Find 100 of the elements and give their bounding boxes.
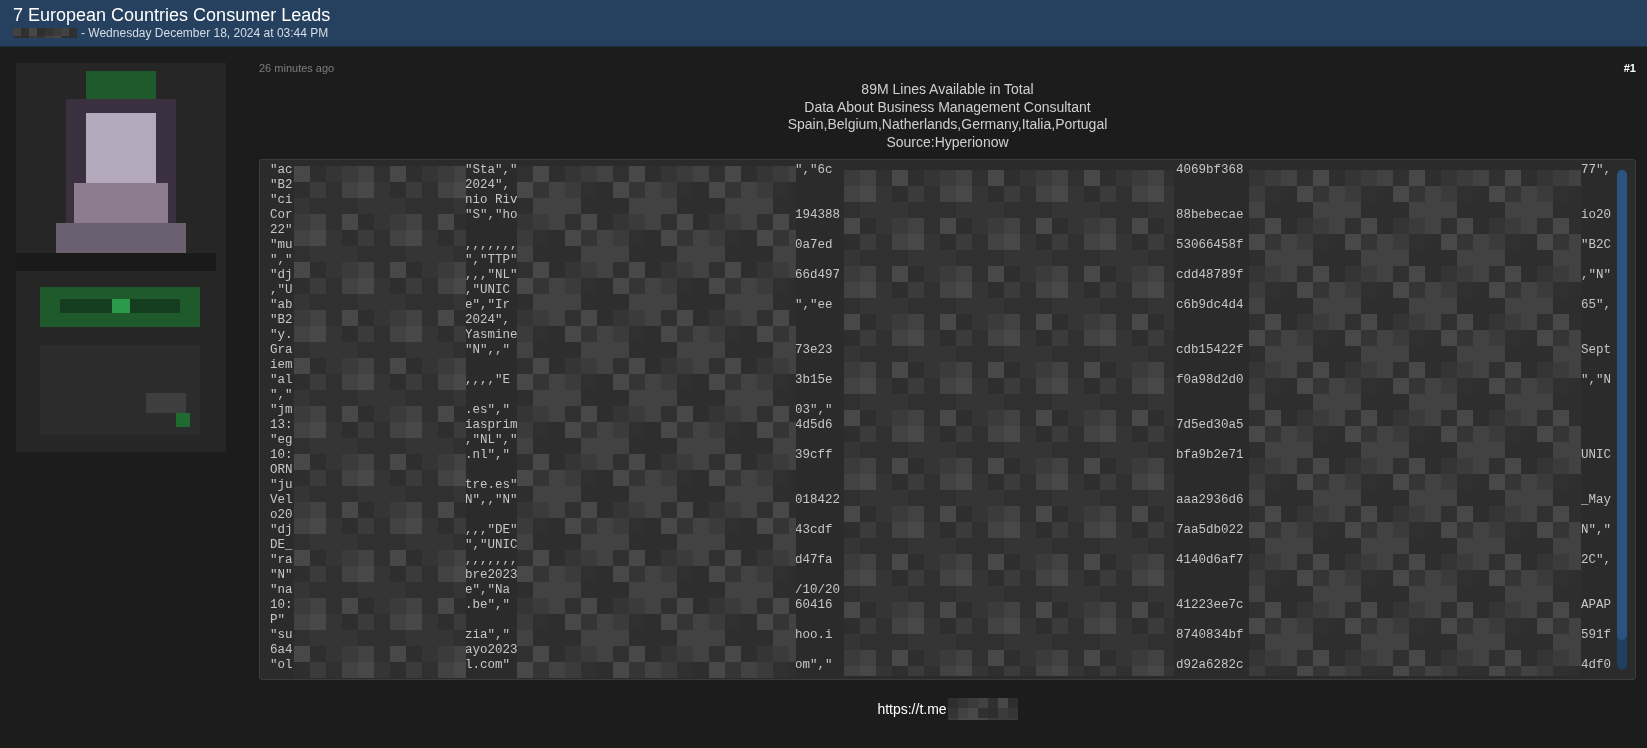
code-fragment: ","TTP" bbox=[465, 253, 518, 267]
code-fragment: ","UNIC bbox=[465, 538, 518, 552]
post-number[interactable]: #1 bbox=[1623, 59, 1636, 77]
code-fragment: o20 bbox=[270, 508, 293, 522]
code-fragment: ,"U bbox=[270, 283, 293, 297]
code-fragment: DE_ bbox=[270, 538, 293, 552]
code-fragment: 65", bbox=[1581, 298, 1611, 312]
code-fragment: 2024", bbox=[465, 178, 510, 192]
code-fragment: "B2 bbox=[270, 313, 293, 327]
code-fragment: P" bbox=[270, 613, 285, 627]
code-fragment: 4d5d6 bbox=[795, 418, 833, 432]
code-fragment: e","Ir bbox=[465, 298, 510, 312]
code-fragment: 03"," bbox=[795, 403, 833, 417]
intro-line: Spain,Belgium,Natherlands,Germany,Italia,Portugal bbox=[787, 116, 1108, 134]
code-fragment: 6a4 bbox=[270, 643, 293, 657]
code-fragment: 4069bf368 bbox=[1176, 163, 1244, 177]
code-fragment: Sept bbox=[1581, 343, 1611, 357]
post-time: 26 minutes ago bbox=[259, 60, 335, 76]
code-fragment: d47fa bbox=[795, 553, 833, 567]
redaction-mosaic bbox=[947, 698, 1018, 720]
code-fragment: 2C", bbox=[1581, 553, 1611, 567]
post-date: - Wednesday December 18, 2024 at 03:44 PM bbox=[81, 26, 329, 40]
code-fragment: Vel bbox=[270, 493, 293, 507]
code-fragment: ,"N" bbox=[1581, 268, 1611, 282]
code-fragment: "Sta"," bbox=[465, 163, 518, 177]
code-fragment: 66d497 bbox=[795, 268, 840, 282]
code-fragment: ,,,,"E bbox=[465, 373, 510, 387]
code-fragment: 13: bbox=[270, 418, 293, 432]
code-fragment: ,"NL"," bbox=[465, 433, 518, 447]
code-fragment: 10: bbox=[270, 598, 293, 612]
code-fragment: "ra bbox=[270, 553, 293, 567]
code-fragment: "jm bbox=[270, 403, 293, 417]
code-fragment: ayo2023 bbox=[465, 643, 518, 657]
code-fragment: ,,,"DE" bbox=[465, 523, 518, 537]
code-fragment: .be"," bbox=[465, 598, 510, 612]
code-fragment: Cor bbox=[270, 208, 293, 222]
code-fragment: 39cff bbox=[795, 448, 833, 462]
code-fragment: ,,,"NL" bbox=[465, 268, 518, 282]
code-fragment: io20 bbox=[1581, 208, 1611, 222]
code-fragment: 22" bbox=[270, 223, 293, 237]
code-fragment: iasprim bbox=[465, 418, 518, 432]
code-fragment: 4df0 bbox=[1581, 658, 1611, 672]
code-fragment: 3b15e bbox=[795, 373, 833, 387]
code-fragment: _May bbox=[1581, 493, 1611, 507]
code-fragment: bfa9b2e71 bbox=[1176, 448, 1244, 462]
code-fragment: "na bbox=[270, 583, 293, 597]
code-fragment: "S","ho bbox=[465, 208, 518, 222]
scrollbar[interactable] bbox=[1617, 170, 1627, 670]
code-fragment: e","Na bbox=[465, 583, 510, 597]
code-fragment: "ac bbox=[270, 163, 293, 177]
code-fragment: 10: bbox=[270, 448, 293, 462]
code-fragment: "N",," bbox=[465, 343, 510, 357]
code-fragment: "N" bbox=[270, 568, 293, 582]
code-fragment: Yasmine bbox=[465, 328, 518, 342]
code-fragment: 018422 bbox=[795, 493, 840, 507]
code-fragment: d92a6282c bbox=[1176, 658, 1244, 672]
code-fragment: "su bbox=[270, 628, 293, 642]
code-fragment: .es"," bbox=[465, 403, 510, 417]
code-fragment: Gra bbox=[270, 343, 293, 357]
code-fragment: f0a98d2d0 bbox=[1176, 373, 1244, 387]
intro-line: Data About Business Management Consultant bbox=[804, 98, 1091, 116]
code-fragment: "B2 bbox=[270, 178, 293, 192]
code-fragment: 7d5ed30a5 bbox=[1176, 418, 1244, 432]
code-fragment: ,,,,,,, bbox=[465, 238, 518, 252]
code-fragment: "y. bbox=[270, 328, 293, 342]
code-fragment: ,,,,,,, bbox=[465, 553, 518, 567]
code-fragment: N",,"N" bbox=[465, 493, 518, 507]
code-fragment: "B2C bbox=[1581, 238, 1611, 252]
code-fragment: aaa2936d6 bbox=[1176, 493, 1244, 507]
code-fragment: 73e23 bbox=[795, 343, 833, 357]
code-fragment: 591f bbox=[1581, 628, 1611, 642]
code-fragment: 4140d6af7 bbox=[1176, 553, 1244, 567]
code-fragment: "al bbox=[270, 373, 293, 387]
code-fragment: 2024", bbox=[465, 313, 510, 327]
link[interactable]: https://t.me bbox=[877, 698, 947, 720]
code-fragment: "ab bbox=[270, 298, 293, 312]
code-fragment: "," bbox=[270, 253, 293, 267]
code-fragment: 0a7ed bbox=[795, 238, 833, 252]
code-fragment: om"," bbox=[795, 658, 833, 672]
code-fragment: ORN bbox=[270, 463, 293, 477]
code-fragment: 8740834bf bbox=[1176, 628, 1244, 642]
code-fragment: iem bbox=[270, 358, 293, 372]
code-fragment: N"," bbox=[1581, 523, 1611, 537]
redaction-mosaic bbox=[13, 28, 77, 38]
code-fragment: UNIC bbox=[1581, 448, 1611, 462]
code-fragment: .nl"," bbox=[465, 448, 510, 462]
code-fragment: tre.es" bbox=[465, 478, 518, 492]
code-fragment: ","N bbox=[1581, 373, 1611, 387]
code-fragment: hoo.i bbox=[795, 628, 833, 642]
code-fragment: 88bebecae bbox=[1176, 208, 1244, 222]
code-fragment: 7aa5db022 bbox=[1176, 523, 1244, 537]
code-fragment: APAP bbox=[1581, 598, 1611, 612]
code-fragment: "dj bbox=[270, 268, 293, 282]
code-fragment: c6b9dc4d4 bbox=[1176, 298, 1244, 312]
code-fragment: "ci bbox=[270, 193, 293, 207]
code-fragment: nio Riv bbox=[465, 193, 518, 207]
code-fragment: cdb15422f bbox=[1176, 343, 1244, 357]
code-fragment: 60416 bbox=[795, 598, 833, 612]
code-fragment: zia"," bbox=[465, 628, 510, 642]
code-fragment: l.com" bbox=[465, 658, 510, 672]
